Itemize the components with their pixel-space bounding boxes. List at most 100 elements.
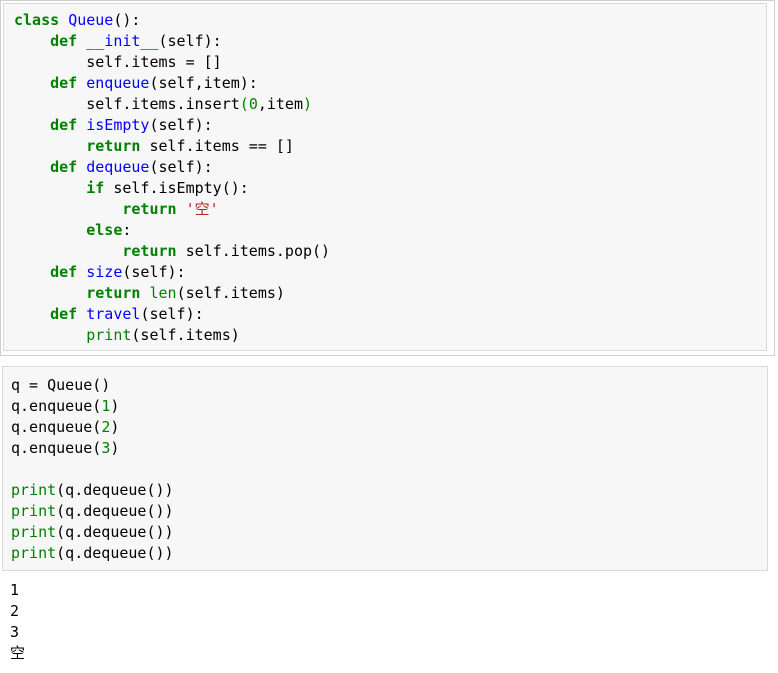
code-line: print(q.dequeue()) [11,501,174,522]
code-token: ) [110,397,120,415]
output-line: 空 [10,644,26,662]
code-token: 0 [248,95,258,113]
code-token: if [86,179,105,197]
code-line: self.items = [] [14,52,330,73]
code-token: def [50,32,78,50]
code-token: q.enqueue( [11,439,102,457]
code-token: ( [239,95,249,113]
code-line: return '空' [14,199,330,220]
code-line: return len(self.items) [14,283,330,304]
code-token: print [11,481,57,499]
code-token: travel [86,305,141,323]
code-token: def [50,263,78,281]
code-token: return [122,242,177,260]
code-line: def dequeue(self): [14,157,330,178]
code-token: ,item [257,95,303,113]
code-token: def [50,116,78,134]
code-token: 2 [101,418,111,436]
code-token: (self): [140,305,204,323]
code-token: (q.dequeue()) [56,481,174,499]
code-token: def [50,158,78,176]
code-token: (self): [158,32,222,50]
code-token: ) [110,418,120,436]
code-token: print [11,544,57,562]
code-cell-usage[interactable]: q = Queue() q.enqueue(1) q.enqueue(2) q.enq… [2,366,768,571]
code-token: : [122,221,132,239]
code-line: q.enqueue(2) [11,417,174,438]
code-input-area[interactable]: class Queue(): def __init__(self): self.… [3,3,767,351]
code-line: def travel(self): [14,304,330,325]
cell-output: 1 2 3 空 [10,580,25,664]
code-token: isEmpty [86,116,150,134]
code-line: print(self.items) [14,325,330,346]
code-token: return [86,137,141,155]
code-token: ) [303,95,313,113]
code-line: return self.items.pop() [14,241,330,262]
code-token: q.enqueue( [11,418,102,436]
code-line: print(q.dequeue()) [11,543,174,564]
code-token: self.isEmpty(): [104,179,249,197]
code-line: q.enqueue(3) [11,438,174,459]
code-line: q = Queue() [11,375,174,396]
code-editor[interactable]: class Queue(): def __init__(self): self.… [14,10,330,346]
code-line: def isEmpty(self): [14,115,330,136]
code-token: (q.dequeue()) [56,523,174,541]
code-line: def __init__(self): [14,31,330,52]
code-line: else: [14,220,330,241]
code-line: ​ [11,459,174,480]
code-token: class [14,11,60,29]
code-token: (self.items) [131,326,240,344]
code-token: Queue [68,11,114,29]
code-token: self.items == [] [140,137,294,155]
code-line: self.items.insert(0,item) [14,94,330,115]
code-token: len [149,284,177,302]
code-token: q.enqueue( [11,397,102,415]
code-line: def enqueue(self,item): [14,73,330,94]
code-token: enqueue [86,74,150,92]
code-token: print [11,502,57,520]
code-token: else [86,221,123,239]
code-token: size [86,263,123,281]
code-token: (q.dequeue()) [56,544,174,562]
code-line: q.enqueue(1) [11,396,174,417]
code-token: (self.items) [176,284,285,302]
code-token: print [86,326,132,344]
code-token: def [50,305,78,323]
code-line: print(q.dequeue()) [11,480,174,501]
code-line: class Queue(): [14,10,330,31]
code-token: (self,item): [149,74,258,92]
code-token: self.items = [] [14,53,222,71]
code-token: '空' [185,200,219,218]
code-token: print [11,523,57,541]
code-token: __init__ [86,32,159,50]
code-token: return [122,200,177,218]
code-token: def [50,74,78,92]
output-line: 3 [10,623,20,641]
code-editor[interactable]: q = Queue() q.enqueue(1) q.enqueue(2) q.enq… [11,375,174,564]
code-token: 1 [101,397,111,415]
code-cell-class-definition[interactable]: class Queue(): def __init__(self): self.… [0,0,775,356]
code-token: q = Queue() [11,376,111,394]
code-token: self.items.insert [14,95,240,113]
